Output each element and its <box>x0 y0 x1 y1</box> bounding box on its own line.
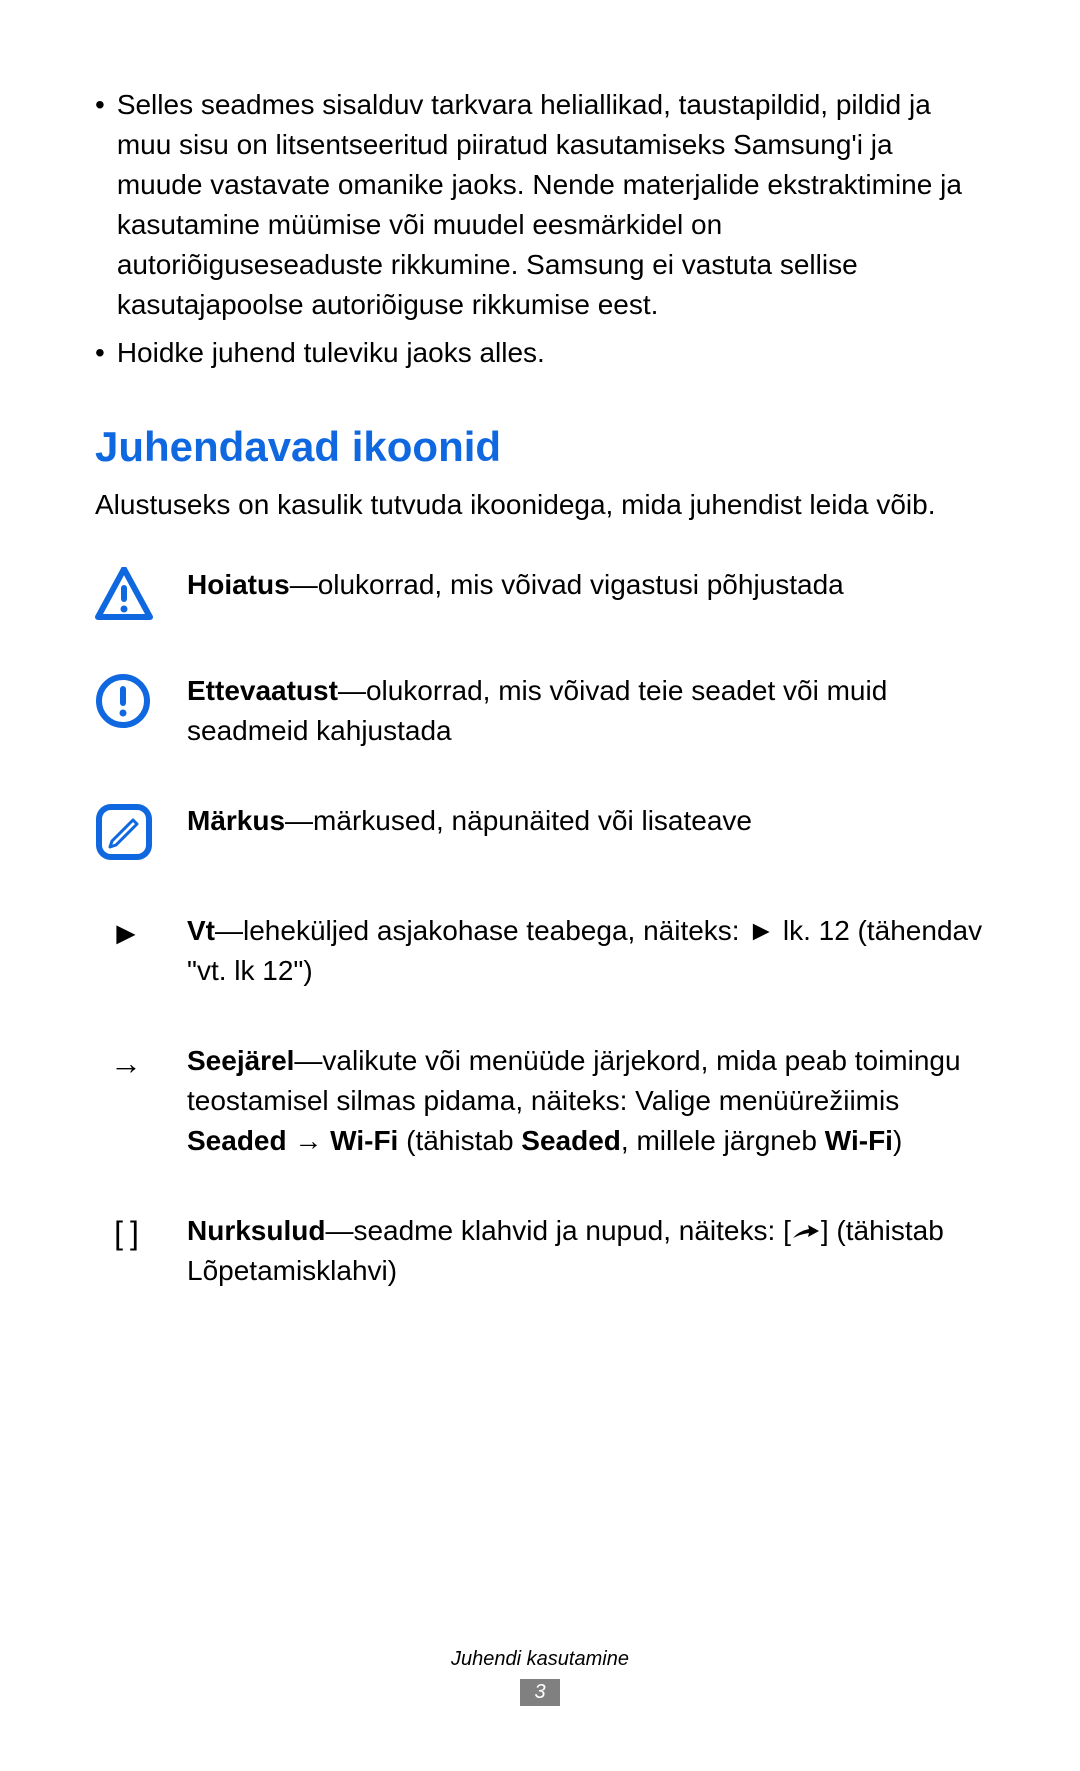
bullet-item: • Hoidke juhend tuleviku jaoks alles. <box>95 333 985 373</box>
row-brackets: [ ] Nurksulud—seadme klahvid ja nupud, n… <box>95 1211 985 1291</box>
page-number: 3 <box>520 1679 559 1706</box>
label-bold: Seaded <box>187 1125 287 1156</box>
label-bold: Wi-Fi <box>825 1125 893 1156</box>
caution-icon <box>95 673 151 729</box>
text-col: Märkus—märkused, näpunäited või lisateav… <box>157 801 985 841</box>
footer-title: Juhendi kasutamine <box>0 1648 1080 1671</box>
label-text: , millele järgneb <box>621 1125 825 1156</box>
icon-col: → <box>95 1041 157 1083</box>
icon-col <box>95 565 157 621</box>
label-bold: Nurksulud <box>187 1215 325 1246</box>
bullet-marker: • <box>95 85 105 325</box>
label-bold: Vt <box>187 915 215 946</box>
icon-col: ► <box>95 911 157 953</box>
arrow-icon: → <box>95 1043 157 1083</box>
label-bold: Märkus <box>187 805 285 836</box>
row-refer: ► Vt—leheküljed asjakohase teabega, näit… <box>95 911 985 991</box>
text-col: Nurksulud—seadme klahvid ja nupud, näite… <box>157 1211 985 1291</box>
label-bold: Wi-Fi <box>330 1125 398 1156</box>
brackets-icon: [ ] <box>95 1213 157 1253</box>
label-text: ) <box>893 1125 902 1156</box>
section-heading: Juhendavad ikoonid <box>95 423 985 471</box>
label-text: —leheküljed asjakohase teabega, näiteks:… <box>187 915 982 986</box>
label-text: —valikute või menüüde järjekord, mida pe… <box>187 1045 961 1116</box>
text-col: Seejärel—valikute või menüüde järjekord,… <box>157 1041 985 1161</box>
label-text: —märkused, näpunäited või lisateave <box>285 805 752 836</box>
bullet-text: Hoidke juhend tuleviku jaoks alles. <box>117 333 545 373</box>
refer-icon: ► <box>95 913 157 953</box>
label-bold: Seejärel <box>187 1045 294 1076</box>
row-note: Märkus—märkused, näpunäited või lisateav… <box>95 801 985 861</box>
label-text: —olukorrad, mis võivad vigastusi põhjust… <box>290 569 844 600</box>
icon-col <box>95 801 157 861</box>
bullet-text: Selles seadmes sisalduv tarkvara heliall… <box>117 85 985 325</box>
end-key-icon <box>791 1223 821 1243</box>
label-text: —seadme klahvid ja nupud, näiteks: [ <box>325 1215 790 1246</box>
bullet-marker: • <box>95 333 105 373</box>
label-text: → <box>287 1125 331 1156</box>
note-icon <box>95 803 153 861</box>
label-text: (tähistab <box>398 1125 521 1156</box>
icon-col <box>95 671 157 729</box>
label-bold: Seaded <box>521 1125 621 1156</box>
text-col: Hoiatus—olukorrad, mis võivad vigastusi … <box>157 565 985 605</box>
page-content: • Selles seadmes sisalduv tarkvara helia… <box>0 0 1080 1291</box>
label-bold: Hoiatus <box>187 569 290 600</box>
icon-col: [ ] <box>95 1211 157 1253</box>
warning-icon <box>95 567 153 621</box>
row-followed: → Seejärel—valikute või menüüde järjekor… <box>95 1041 985 1161</box>
row-caution: Ettevaatust—olukorrad, mis võivad teie s… <box>95 671 985 751</box>
page-footer: Juhendi kasutamine 3 <box>0 1648 1080 1706</box>
text-col: Ettevaatust—olukorrad, mis võivad teie s… <box>157 671 985 751</box>
text-col: Vt—leheküljed asjakohase teabega, näitek… <box>157 911 985 991</box>
row-warning: Hoiatus—olukorrad, mis võivad vigastusi … <box>95 565 985 621</box>
label-bold: Ettevaatust <box>187 675 338 706</box>
intro-text: Alustuseks on kasulik tutvuda ikoonidega… <box>95 485 985 525</box>
bullet-item: • Selles seadmes sisalduv tarkvara helia… <box>95 85 985 325</box>
